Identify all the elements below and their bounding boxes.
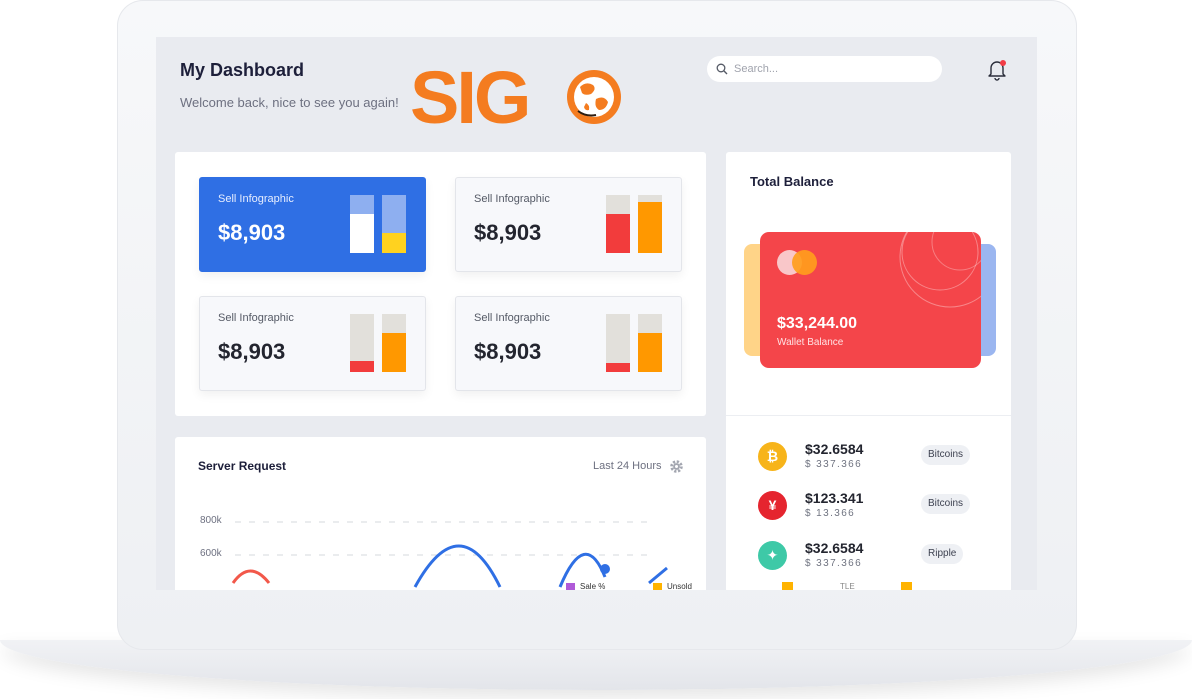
bar-fill (638, 333, 662, 372)
stat-value: $8,903 (218, 220, 286, 245)
crypto-sub-value: $ 337.366 (805, 558, 863, 569)
dashboard-screen: My Dashboard Welcome back, nice to see y… (156, 37, 1037, 590)
card-brand-icon-overlap (792, 250, 817, 275)
server-request-chart (231, 521, 668, 588)
stat-label: Sell Infographic (218, 193, 294, 205)
bar-fill (350, 214, 374, 253)
bitcoin-icon: ₿ (758, 442, 787, 471)
ripple-icon: ✦ (758, 541, 787, 570)
decorative-rings (899, 232, 981, 308)
stats-panel: Sell Infographic $8,903 Sell Infographic… (175, 152, 706, 416)
wallet-balance-amount: $33,244.00 (777, 315, 858, 332)
legend-label: Sale % (580, 582, 606, 590)
server-request-panel: Server Request Last 24 Hours 800k 600k (175, 437, 706, 590)
mini-bar-chart (350, 314, 406, 372)
stat-card[interactable]: Sell Infographic $8,903 (199, 296, 426, 391)
page-subtitle: Welcome back, nice to see you again! (180, 95, 399, 110)
mini-bar-chart (606, 314, 662, 372)
legend-swatch (901, 582, 912, 590)
crypto-row[interactable]: ₿ $32.6584 $ 337.366 Bitcoins (758, 438, 988, 474)
mini-bar-chart (606, 195, 662, 253)
svg-text:SIG: SIG (410, 63, 528, 131)
search-icon (716, 63, 728, 75)
legend-swatch-yellow (901, 582, 917, 590)
series-line-blue (648, 566, 668, 585)
yen-icon: ¥ (758, 491, 787, 520)
crypto-value: $32.6584 (805, 441, 864, 457)
legend-label: TLE (840, 582, 855, 590)
legend-swatch (566, 583, 575, 590)
stat-label: Sell Infographic (218, 312, 294, 324)
bar-fill (638, 202, 662, 253)
search-input[interactable] (734, 63, 924, 75)
legend-item-tle: TLE (840, 582, 855, 590)
legend-item-unsold: Unsold (653, 582, 692, 590)
wallet-balance-caption: Wallet Balance (777, 337, 844, 348)
mini-bar-chart (350, 195, 406, 253)
bar-fill (606, 214, 630, 253)
notification-bell-icon[interactable] (987, 59, 1007, 81)
stat-card[interactable]: Sell Infographic $8,903 (455, 296, 682, 391)
crypto-value: $123.341 (805, 490, 864, 506)
stat-label: Sell Infographic (474, 312, 550, 324)
bar-fill (606, 363, 630, 372)
stat-value: $8,903 (474, 339, 542, 364)
crypto-tag[interactable]: Bitcoins (921, 445, 971, 465)
sigo-logo: SIG (410, 63, 621, 131)
series-line-red (231, 569, 271, 584)
divider (726, 415, 1011, 416)
crypto-row[interactable]: ✦ $32.6584 $ 337.366 Ripple (758, 537, 988, 573)
page-title: My Dashboard (180, 60, 305, 80)
crypto-sub-value: $ 13.366 (805, 508, 856, 519)
series-line-blue (413, 544, 502, 588)
legend-swatch (653, 583, 662, 590)
crypto-tag[interactable]: Ripple (921, 544, 964, 564)
balance-title: Total Balance (750, 174, 834, 189)
wallet-card[interactable]: $33,244.00 Wallet Balance (760, 232, 981, 368)
crypto-tag[interactable]: Bitcoins (921, 494, 971, 514)
bar-fill (382, 233, 406, 253)
crypto-value: $32.6584 (805, 540, 864, 556)
stat-label: Sell Infographic (474, 193, 550, 205)
bar-fill (382, 333, 406, 372)
stat-value: $8,903 (474, 220, 542, 245)
stat-card[interactable]: Sell Infographic $8,903 (199, 177, 426, 272)
data-point (600, 564, 610, 574)
legend-swatch (782, 582, 793, 590)
legend-swatch-yellow (782, 582, 798, 590)
notification-dot (1000, 60, 1006, 66)
bar-fill (350, 361, 374, 372)
search-bar[interactable] (707, 56, 942, 82)
legend-label: Unsold (667, 582, 692, 590)
crypto-sub-value: $ 337.366 (805, 459, 863, 470)
total-balance-panel: Total Balance $33,244.00 Wallet Balance … (726, 152, 1011, 590)
crypto-row[interactable]: ¥ $123.341 $ 13.366 Bitcoins (758, 487, 988, 523)
legend-item-sale: Sale % (566, 582, 605, 590)
stat-card[interactable]: Sell Infographic $8,903 (455, 177, 682, 272)
stat-value: $8,903 (218, 339, 286, 364)
